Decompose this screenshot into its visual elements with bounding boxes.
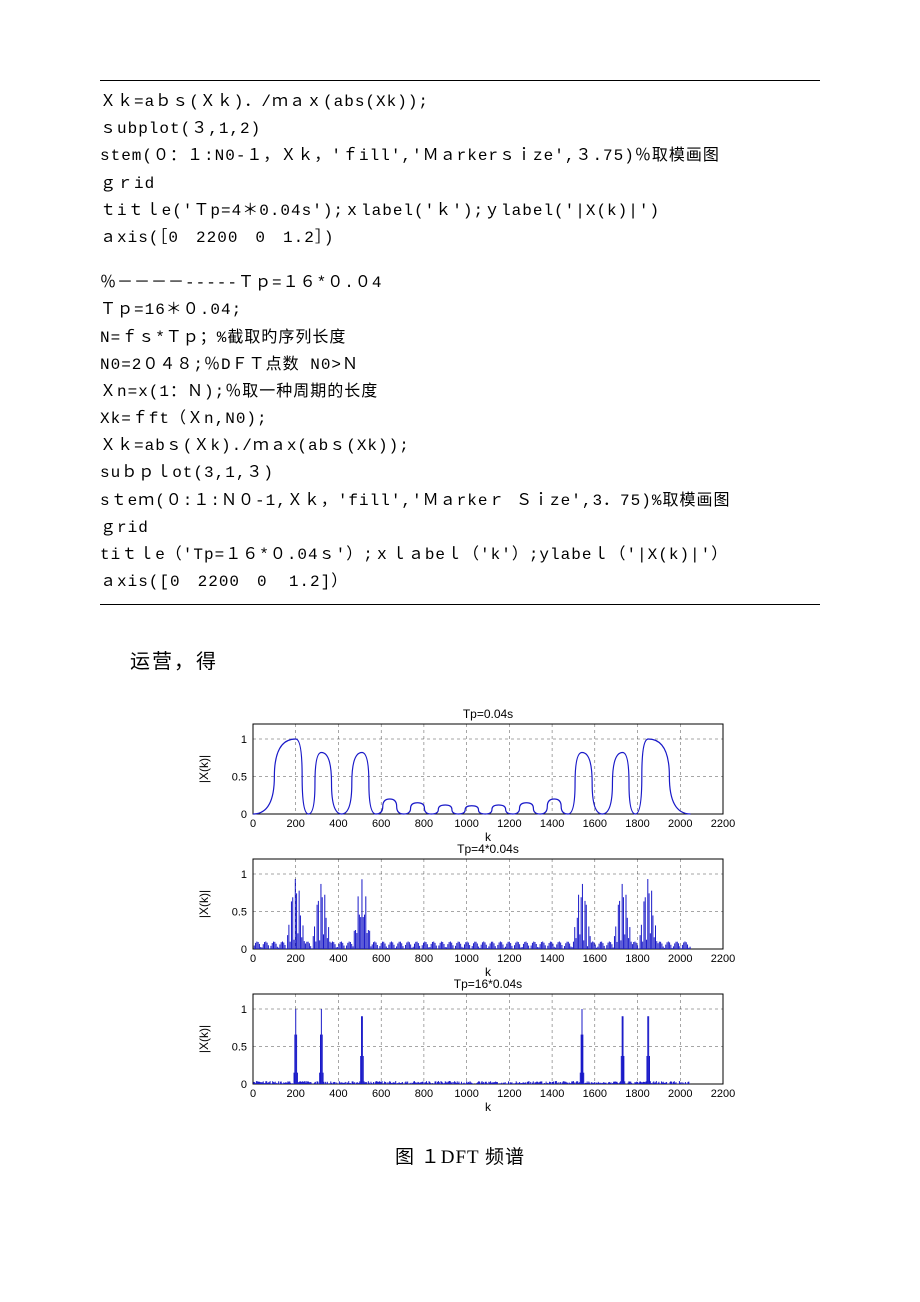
- code-line: ％－－－－-----Ｔｐ=１６*０.０4: [100, 270, 820, 297]
- code-line: ｔiｔｌe('Ｔp=4＊0.04s');ｘlabel('ｋ');ｙlabel('…: [100, 198, 820, 225]
- code-line: Ｔｐ=16＊０.04;: [100, 297, 820, 324]
- svg-text:1: 1: [240, 869, 246, 881]
- svg-text:2000: 2000: [668, 818, 692, 830]
- svg-text:Tp=4*0.04s: Tp=4*0.04s: [457, 842, 519, 856]
- svg-text:600: 600: [372, 1088, 390, 1100]
- svg-text:2200: 2200: [710, 953, 734, 965]
- svg-text:1800: 1800: [625, 953, 649, 965]
- svg-text:400: 400: [329, 818, 347, 830]
- code-line: sｔeｍ(０:１:Ｎ０-1,Ｘｋ，'fill','Ｍａrkeｒ Ｓｉze',3．…: [100, 488, 820, 515]
- svg-text:1800: 1800: [625, 818, 649, 830]
- svg-text:0.5: 0.5: [231, 907, 246, 919]
- svg-text:200: 200: [286, 1088, 304, 1100]
- code-line: [100, 252, 820, 270]
- code-line: ｇrid: [100, 515, 820, 542]
- svg-text:2200: 2200: [710, 1088, 734, 1100]
- svg-text:2000: 2000: [668, 953, 692, 965]
- svg-text:400: 400: [329, 1088, 347, 1100]
- svg-text:1600: 1600: [582, 1088, 606, 1100]
- code-line: N0=2０４８;％DＦＴ点数 N0>Ｎ: [100, 352, 820, 379]
- svg-text:0: 0: [240, 809, 246, 821]
- svg-text:1400: 1400: [539, 953, 563, 965]
- code-line: Xk=ｆft（Ｘn,N0);: [100, 406, 820, 433]
- svg-text:600: 600: [372, 953, 390, 965]
- svg-text:1: 1: [240, 734, 246, 746]
- figure-caption: 图 １DFT 频谱: [395, 1142, 525, 1169]
- svg-text:1000: 1000: [454, 818, 478, 830]
- code-line: ｓubplot(３,1,2): [100, 116, 820, 143]
- code-line: ａxis(［0 2200 0 1.2］): [100, 225, 820, 252]
- svg-text:0: 0: [240, 944, 246, 956]
- code-line: Ｘｋ=aｂｓ(Ｘｋ)．/ｍａｘ(abs(Xk));: [100, 89, 820, 116]
- svg-text:|X(k)|: |X(k)|: [197, 755, 211, 783]
- figure-1: Tp=0.04s02004006008001000120014001600180…: [100, 704, 820, 1169]
- svg-text:200: 200: [286, 818, 304, 830]
- charts-svg: Tp=0.04s02004006008001000120014001600180…: [178, 704, 743, 1124]
- svg-text:1200: 1200: [497, 953, 521, 965]
- code-line: Ｘｋ=abｓ(Ｘk)./ｍａx(abｓ(Xk));: [100, 433, 820, 460]
- code-line: ｇｒid: [100, 171, 820, 198]
- svg-text:1600: 1600: [582, 953, 606, 965]
- svg-text:k: k: [485, 1100, 492, 1114]
- code-line: stem(０：１:N0-１，Ｘｋ，'ｆill','Ｍａrkerｓｉze',３.7…: [100, 143, 820, 170]
- svg-text:1800: 1800: [625, 1088, 649, 1100]
- svg-text:2000: 2000: [668, 1088, 692, 1100]
- code-line: suｂｐｌot(3,1,３): [100, 460, 820, 487]
- code-line: ａxis([0 2200 0 1.2]）: [100, 569, 820, 596]
- code-block: Ｘｋ=aｂｓ(Ｘｋ)．/ｍａｘ(abs(Xk));ｓubplot(３,1,2)s…: [100, 81, 820, 604]
- svg-text:1000: 1000: [454, 953, 478, 965]
- code-line: N=ｆｓ*Ｔｐ；%截取旳序列长度: [100, 325, 820, 352]
- svg-text:800: 800: [414, 1088, 432, 1100]
- svg-text:1200: 1200: [497, 1088, 521, 1100]
- code-line: Ｘn=x(1：Ｎ);％取一种周期的长度: [100, 379, 820, 406]
- svg-text:Tp=0.04s: Tp=0.04s: [462, 707, 512, 721]
- svg-text:|X(k)|: |X(k)|: [197, 1025, 211, 1053]
- svg-text:0.5: 0.5: [231, 1042, 246, 1054]
- code-line: tiｔｌe（'Tp=１６*０.04ｓ'）;ｘｌａbeｌ（'k'）;ylabeｌ（…: [100, 542, 820, 569]
- svg-text:200: 200: [286, 953, 304, 965]
- svg-text:1200: 1200: [497, 818, 521, 830]
- svg-text:1600: 1600: [582, 818, 606, 830]
- svg-text:600: 600: [372, 818, 390, 830]
- svg-text:1000: 1000: [454, 1088, 478, 1100]
- svg-text:800: 800: [414, 953, 432, 965]
- svg-text:|X(k)|: |X(k)|: [197, 890, 211, 918]
- svg-text:0: 0: [249, 818, 255, 830]
- svg-text:0.5: 0.5: [231, 772, 246, 784]
- svg-text:2200: 2200: [710, 818, 734, 830]
- svg-text:400: 400: [329, 953, 347, 965]
- svg-text:800: 800: [414, 818, 432, 830]
- svg-text:0: 0: [240, 1079, 246, 1091]
- svg-text:1400: 1400: [539, 818, 563, 830]
- svg-text:1400: 1400: [539, 1088, 563, 1100]
- paragraph-text: 运营，得: [130, 645, 820, 674]
- svg-text:1: 1: [240, 1004, 246, 1016]
- svg-text:0: 0: [249, 953, 255, 965]
- svg-text:0: 0: [249, 1088, 255, 1100]
- svg-text:Tp=16*0.04s: Tp=16*0.04s: [453, 977, 521, 991]
